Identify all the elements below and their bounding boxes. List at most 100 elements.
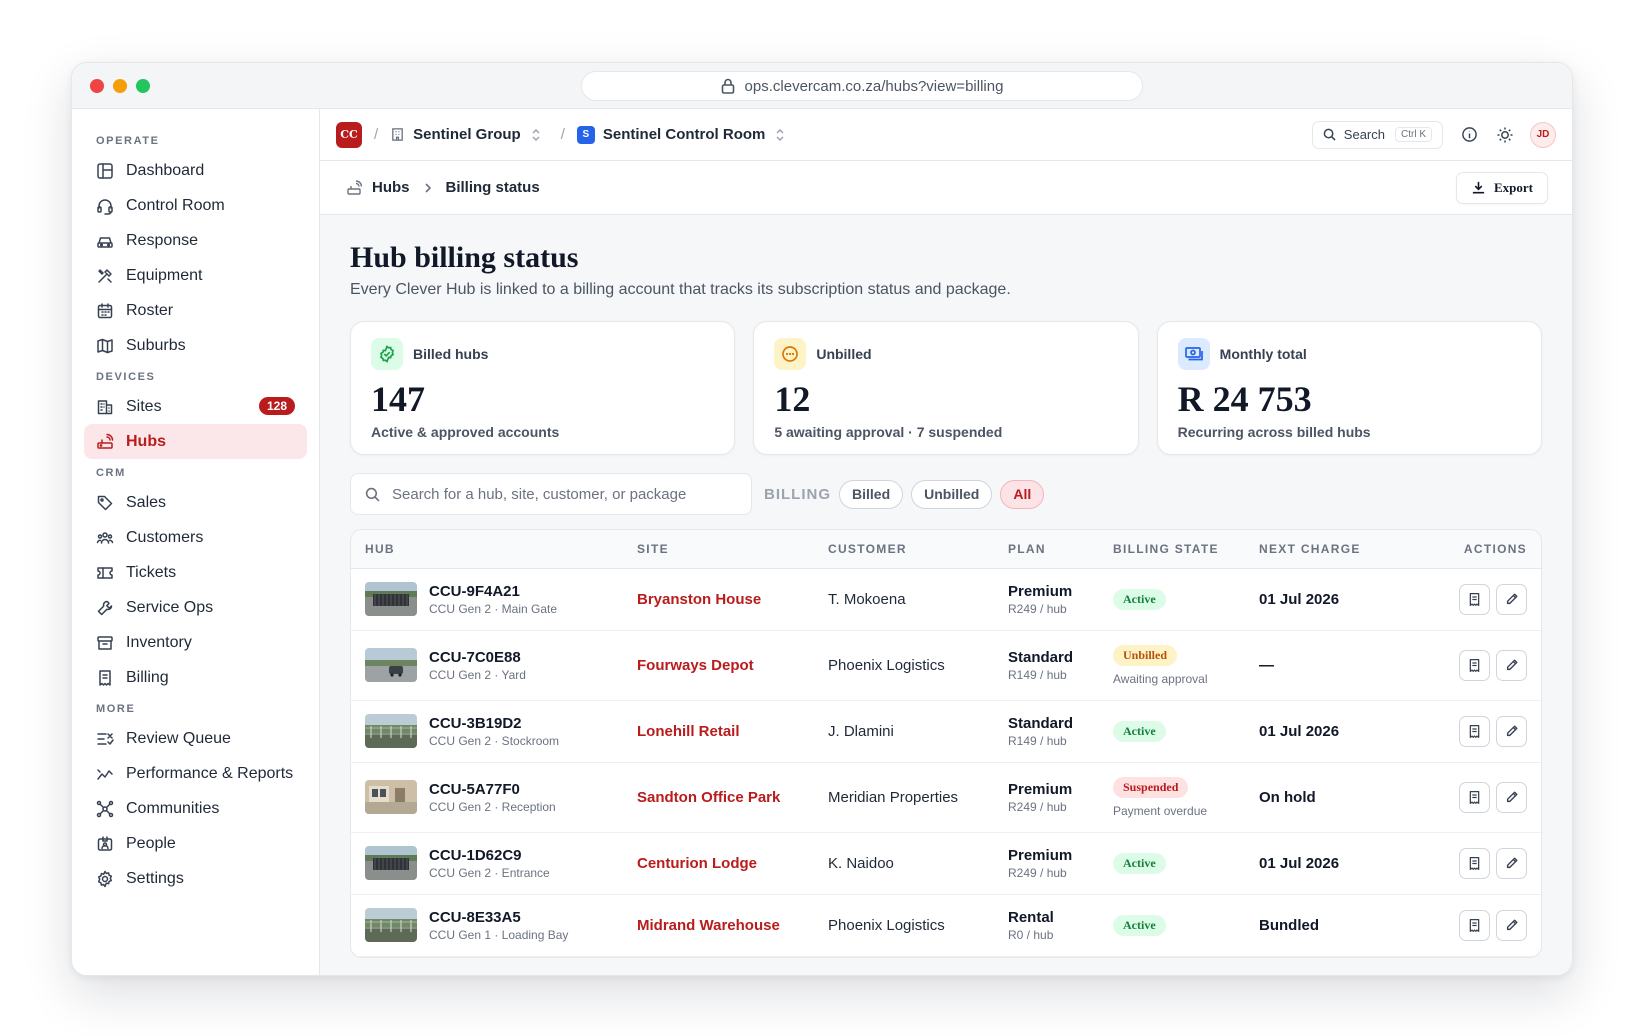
column-header-actions[interactable]: ACTIONS xyxy=(1375,530,1541,569)
info-icon[interactable] xyxy=(1461,126,1478,143)
gear-icon xyxy=(96,870,114,888)
customer-name: T. Mokoena xyxy=(828,590,906,608)
sidebar-item-equipment[interactable]: Equipment xyxy=(84,258,307,293)
table-row[interactable]: CCU-3B19D2 CCU Gen 2 · Stockroom Lonehill … xyxy=(351,700,1541,763)
next-charge: On hold xyxy=(1259,788,1316,806)
view-invoice-button[interactable] xyxy=(1459,847,1490,879)
global-search-button[interactable]: Search Ctrl K xyxy=(1311,120,1443,149)
edit-billing-button[interactable] xyxy=(1496,909,1527,941)
column-header-customer[interactable]: CUSTOMER xyxy=(814,530,994,569)
customer-cell: K. Naidoo xyxy=(814,832,994,895)
hub-id[interactable]: CCU-8E33A5 xyxy=(429,909,568,926)
table-row[interactable]: CCU-1D62C9 CCU Gen 2 · Entrance Centurion … xyxy=(351,832,1541,895)
sidebar-item-performance-reports[interactable]: Performance & Reports xyxy=(84,756,307,791)
sidebar-item-control-room[interactable]: Control Room xyxy=(84,188,307,223)
column-header-hub[interactable]: HUB xyxy=(351,530,623,569)
table-row[interactable]: CCU-7C0E88 CCU Gen 2 · Yard Fourways Depot… xyxy=(351,630,1541,701)
sidebar-item-dashboard[interactable]: Dashboard xyxy=(84,153,307,188)
browser-titlebar: ops.clevercam.co.za/hubs?view=billing xyxy=(72,63,1572,109)
sidebar-item-tickets[interactable]: Tickets xyxy=(84,555,307,590)
sidebar-item-customers[interactable]: Customers xyxy=(84,520,307,555)
sidebar-item-label: Sales xyxy=(126,493,167,511)
breadcrumb-hubs[interactable]: Hubs xyxy=(372,179,410,196)
filter-chip-billed[interactable]: Billed xyxy=(839,479,904,509)
sidebar-item-settings[interactable]: Settings xyxy=(84,861,307,896)
view-invoice-button[interactable] xyxy=(1459,715,1490,747)
site-link[interactable]: Sandton Office Park xyxy=(637,789,780,806)
sidebar-item-review-queue[interactable]: Review Queue xyxy=(84,721,307,756)
column-header-next-charge[interactable]: NEXT CHARGE xyxy=(1245,530,1375,569)
sidebar-item-response[interactable]: Response xyxy=(84,223,307,258)
hub-camera-thumbnail[interactable] xyxy=(365,648,417,682)
edit-billing-button[interactable] xyxy=(1496,847,1527,879)
column-header-billing-state[interactable]: BILLING STATE xyxy=(1099,530,1245,569)
table-row[interactable]: CCU-5A77F0 CCU Gen 2 · Reception Sandton O… xyxy=(351,762,1541,833)
sidebar-item-people[interactable]: People xyxy=(84,826,307,861)
hub-camera-thumbnail[interactable] xyxy=(365,780,417,814)
chevron-updown-icon xyxy=(531,128,549,142)
table-row[interactable]: CCU-8E33A5 CCU Gen 1 · Loading Bay Midrand… xyxy=(351,894,1541,957)
hub-id[interactable]: CCU-7C0E88 xyxy=(429,649,526,666)
filter-chip-all[interactable]: All xyxy=(1000,479,1045,509)
filter-chip-unbilled[interactable]: Unbilled xyxy=(911,479,993,509)
site-link[interactable]: Midrand Warehouse xyxy=(637,917,780,934)
table-row[interactable]: CCU-9F4A21 CCU Gen 2 · Main Gate Bryanston… xyxy=(351,568,1541,631)
org-switcher[interactable]: Sentinel Group xyxy=(390,126,549,143)
view-invoice-button[interactable] xyxy=(1459,583,1490,615)
column-header-plan[interactable]: PLAN xyxy=(994,530,1099,569)
sidebar-item-billing[interactable]: Billing xyxy=(84,660,307,695)
hub-id[interactable]: CCU-1D62C9 xyxy=(429,847,550,864)
view-invoice-button[interactable] xyxy=(1459,649,1490,681)
site-link[interactable]: Centurion Lodge xyxy=(637,855,757,872)
sidebar-item-communities[interactable]: Communities xyxy=(84,791,307,826)
site-link[interactable]: Bryanston House xyxy=(637,591,761,608)
address-bar[interactable]: ops.clevercam.co.za/hubs?view=billing xyxy=(581,71,1143,101)
export-button[interactable]: Export xyxy=(1456,171,1548,204)
maximize-window-button[interactable] xyxy=(136,79,150,93)
building-icon xyxy=(390,127,413,142)
view-invoice-button[interactable] xyxy=(1459,781,1490,813)
stat-header: Monthly total xyxy=(1177,338,1521,370)
hub-camera-thumbnail[interactable] xyxy=(365,714,417,748)
site-link[interactable]: Fourways Depot xyxy=(637,657,754,674)
money-icon xyxy=(1177,338,1210,370)
close-window-button[interactable] xyxy=(90,79,104,93)
sidebar-item-sales[interactable]: Sales xyxy=(84,485,307,520)
hub-camera-thumbnail[interactable] xyxy=(365,908,417,942)
view-invoice-button[interactable] xyxy=(1459,909,1490,941)
site-link[interactable]: Lonehill Retail xyxy=(637,723,740,740)
customer-name: Phoenix Logistics xyxy=(828,656,945,674)
url-text: ops.clevercam.co.za/hubs?view=billing xyxy=(744,77,1004,95)
hub-camera-thumbnail[interactable] xyxy=(365,582,417,616)
edit-billing-button[interactable] xyxy=(1496,715,1527,747)
app-logo[interactable]: CC xyxy=(336,121,362,148)
edit-billing-button[interactable] xyxy=(1496,781,1527,813)
receipt-icon xyxy=(1467,790,1482,805)
sidebar-item-hubs[interactable]: Hubs xyxy=(84,424,307,459)
hub-camera-thumbnail[interactable] xyxy=(365,846,417,880)
billing-filter-chips: Billed Unbilled All xyxy=(839,479,1052,509)
hub-model-location: CCU Gen 2 · Entrance xyxy=(429,865,550,880)
hub-search-input[interactable]: Search for a hub, site, customer, or pac… xyxy=(350,473,752,515)
sidebar-item-service-ops[interactable]: Service Ops xyxy=(84,590,307,625)
pencil-icon xyxy=(1505,658,1519,672)
minimize-window-button[interactable] xyxy=(113,79,127,93)
hub-id[interactable]: CCU-5A77F0 xyxy=(429,781,556,798)
plan-price: R249 / hub xyxy=(1008,799,1067,814)
sidebar-item-roster[interactable]: Roster xyxy=(84,293,307,328)
edit-billing-button[interactable] xyxy=(1496,649,1527,681)
sun-icon[interactable] xyxy=(1496,126,1514,144)
hub-id[interactable]: CCU-3B19D2 xyxy=(429,715,559,732)
edit-billing-button[interactable] xyxy=(1496,583,1527,615)
sidebar-item-inventory[interactable]: Inventory xyxy=(84,625,307,660)
avatar[interactable]: JD xyxy=(1530,121,1556,148)
sidebar-item-sites[interactable]: Sites 128 xyxy=(84,389,307,424)
sidebar-item-suburbs[interactable]: Suburbs xyxy=(84,328,307,363)
hub-id[interactable]: CCU-9F4A21 xyxy=(429,583,557,600)
hub-cell: CCU-9F4A21 CCU Gen 2 · Main Gate xyxy=(351,568,623,631)
column-header-site[interactable]: SITE xyxy=(623,530,814,569)
control-room-switcher[interactable]: S Sentinel Control Room xyxy=(576,125,794,144)
ticket-icon xyxy=(96,564,114,582)
main-area: CC / Sentinel Group / S Sentinel Control… xyxy=(320,109,1572,975)
plan-name: Premium xyxy=(1008,582,1073,600)
